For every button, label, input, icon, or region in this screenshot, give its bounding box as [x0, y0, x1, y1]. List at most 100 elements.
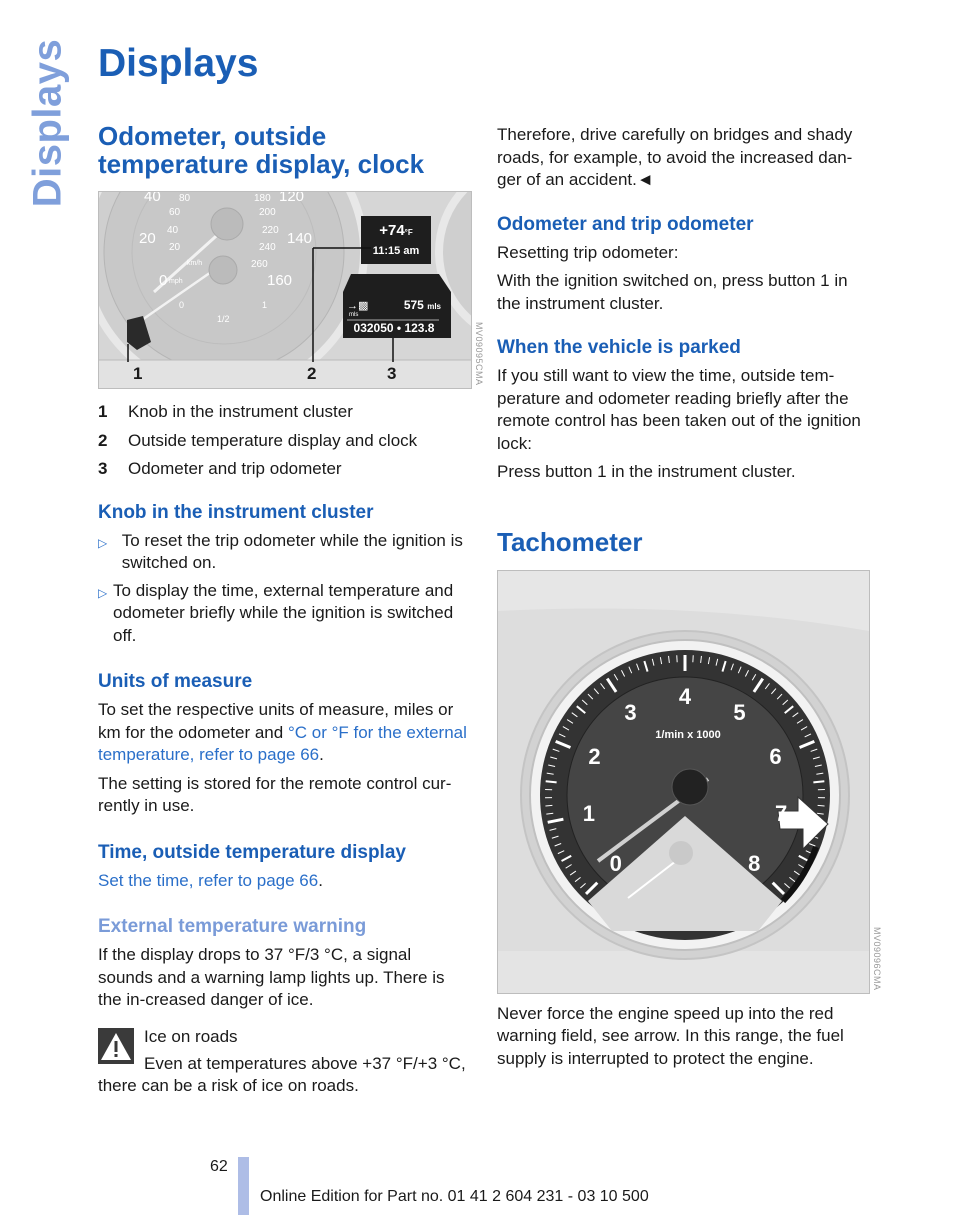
warning-title: Ice on roads [144, 1026, 238, 1046]
tacho-number: 6 [769, 743, 782, 769]
heading-knob: Knob in the instrument cluster [98, 501, 374, 523]
clock-readout: 11:15 am [372, 245, 420, 257]
bullet-text: To reset the trip odometer while the ign… [121, 530, 463, 573]
temperature-unit: °F [404, 228, 413, 237]
range-unit: mls [427, 302, 441, 311]
heading-units: Units of measure [98, 671, 253, 692]
tacho-tick [817, 804, 825, 806]
callout-3: 3 [387, 364, 397, 383]
heading-time: Time, outside temperature display [98, 841, 406, 863]
tacho-scale-label: 1/min x 1000 [655, 728, 721, 741]
heading-parked: When the vehicle is parked [497, 337, 741, 358]
tacho-number: 1 [582, 800, 595, 826]
speedo-kmh-80: 80 [179, 193, 191, 204]
speedo-kmh-180: 180 [254, 193, 271, 204]
tacho-hub [671, 768, 709, 805]
fuel-mark-1: 1 [262, 300, 268, 310]
legend-text: Odometer and trip odometer [128, 459, 342, 478]
speedo-mph-40: 40 [144, 191, 161, 205]
fuel-mark-0: 0 [179, 300, 185, 310]
tacho-paragraph: Never force the engine speed up into the… [497, 1003, 844, 1068]
odometer-readout: 032050 • 123.8 [353, 321, 435, 335]
bullet-item: ▷ To reset the trip odometer while the ig… [98, 530, 470, 575]
ext-warning-paragraph: If the display drops to 37 °F/3 °C, a si… [98, 945, 445, 1009]
page-title: Displays [98, 42, 259, 85]
trip-value: 123.8 [404, 321, 435, 335]
time-paragraph: Set the time, refer to page 66. [98, 870, 470, 893]
odo-unit: mls [349, 312, 359, 318]
tacho-number: 7 [774, 800, 788, 826]
temperature-value: +74 [379, 222, 405, 239]
time-text-end: . [318, 870, 323, 890]
warning-note: Ice on roads Even at temperatures above … [98, 1024, 470, 1098]
speedo-kmh-60: 60 [169, 207, 181, 218]
tacho-tick [545, 804, 553, 806]
speedo-kmh-20: 20 [169, 242, 181, 253]
legend-text: Knob in the instrument cluster [128, 402, 353, 421]
heading-tachometer: Tachometer [497, 526, 643, 557]
set-time-link[interactable]: Set the time, refer to page 66 [98, 871, 318, 890]
speedo-kmh-label: km/h [187, 260, 203, 267]
speedo-mph-120: 120 [279, 191, 305, 205]
legend-text: Outside temperature display and clock [128, 430, 418, 450]
odo-paragraph-1: Resetting trip odometer: [497, 242, 679, 262]
fuel-mark-half: 1/2 [217, 314, 230, 324]
range-value: 575 [403, 298, 424, 312]
speedo-mph-20: 20 [139, 230, 156, 247]
speedo-kmh-260: 260 [251, 259, 268, 270]
tacho-tick [545, 779, 557, 783]
speedo-kmh-200: 200 [259, 207, 276, 218]
speedo-kmh-40: 40 [167, 225, 179, 236]
left-column: Odometer, outside temperature display, c… [98, 121, 484, 1098]
tacho-number: 5 [733, 700, 746, 726]
bullet-triangle-icon: ▷ [98, 535, 108, 550]
tacho-tick [813, 779, 825, 783]
odo-paragraph-2: With the ignition switched on, press but… [497, 271, 848, 313]
section-title-odometer: Odometer, outside temperature display, c… [98, 121, 425, 179]
fuel-arrow-icon: →▩ [347, 300, 369, 312]
speedo-mph-0: 0 [159, 272, 168, 289]
units-setting-paragraph: The setting is stored for the remote con… [98, 773, 452, 816]
legend-item: 3 Odometer and trip odometer [98, 455, 470, 484]
parked-paragraph-2: Press button 1 in the instrument cluster… [497, 462, 796, 481]
tacho-number: 2 [588, 743, 601, 769]
speedo-kmh-220: 220 [262, 225, 279, 236]
warning-triangle-icon [98, 1027, 134, 1064]
speedo-kmh-240: 240 [259, 242, 276, 253]
speedo-mph-140: 140 [287, 230, 313, 247]
side-tab-label: Displays [25, 38, 70, 207]
speedo-mph-160: 160 [267, 272, 293, 289]
footer-bar [238, 1157, 249, 1215]
parked-paragraph-1: If you still want to view the time, outs… [497, 366, 861, 453]
callout-1: 1 [133, 364, 143, 383]
heading-ext-warning: External temperature warning [98, 916, 367, 937]
page-number: 62 [210, 1158, 228, 1175]
odometer-value: 032050 [353, 321, 394, 335]
legend-num: 1 [98, 402, 108, 421]
callout-2: 2 [307, 364, 317, 383]
tacho-number: 0 [609, 850, 622, 876]
right-column: Therefore, drive carefully on bridges an… [497, 122, 882, 1070]
range-readout: →▩ 575 mls [347, 298, 441, 312]
heading-odometer-trip: Odometer and trip odometer [497, 213, 754, 235]
bullet-item: ▷ To display the time, external temperatu… [98, 580, 470, 648]
figure-id-1: MV09095CMA [474, 322, 484, 386]
bullet-text: To display the time, external temperatur… [113, 580, 454, 645]
figure-id-2: MV09096CMA [872, 927, 882, 991]
tachometer-figure: 1/min x 1000 01 23 4 56 78 [497, 569, 870, 994]
legend-num: 2 [98, 430, 108, 450]
footer-text: Online Edition for Part no. 01 41 2 604 … [260, 1188, 649, 1205]
legend-num: 3 [98, 459, 108, 478]
legend-item: 1 Knob in the instrument cluster [98, 398, 470, 427]
speedo-mph-label: mph [169, 278, 183, 285]
units-paragraph: To set the respective units of measure, … [98, 699, 470, 767]
bullet-triangle-icon: ▷ [98, 585, 108, 600]
side-tab: Displays [25, 38, 70, 207]
tachometer-illustration [498, 570, 869, 993]
figure-legend: 1 Knob in the instrument cluster 2 Outside… [98, 398, 470, 484]
warning-text: Even at temperatures above +37 °F/+3 °C,… [98, 1053, 466, 1096]
continued-warning-text: Therefore, drive carefully on bridges an… [497, 125, 853, 189]
units-text-end: . [319, 745, 324, 764]
temperature-readout: +74°F [361, 222, 431, 239]
legend-item: 2 Outside temperature display and clock [98, 427, 470, 456]
